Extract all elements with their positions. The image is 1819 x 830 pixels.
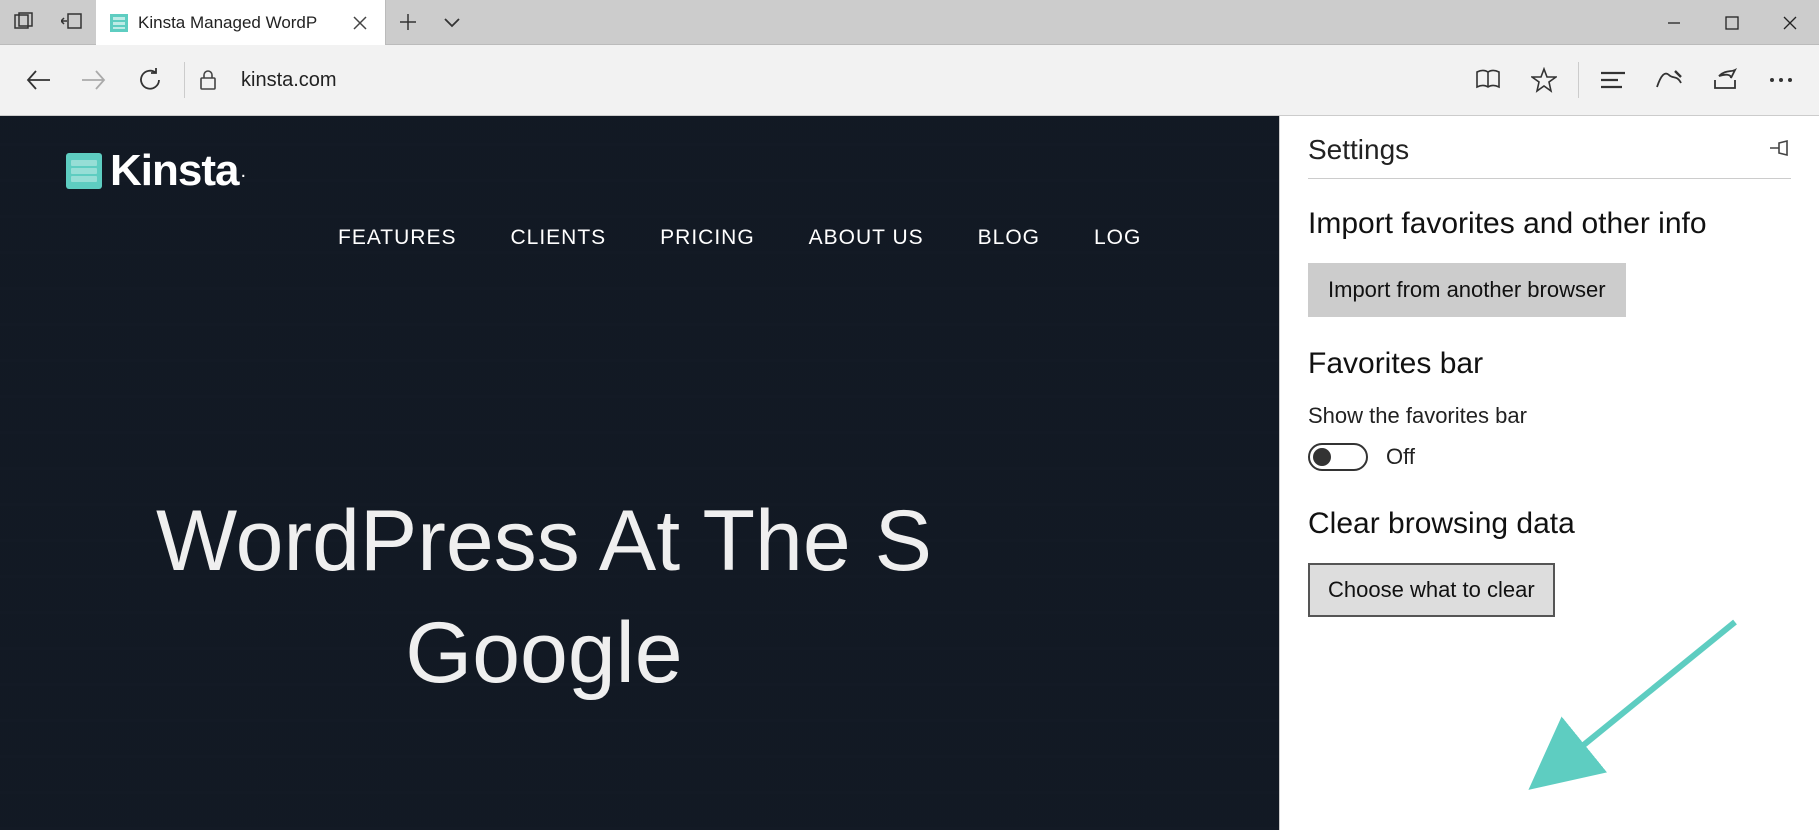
hub-icon[interactable]: [1585, 52, 1641, 108]
favorites-bar-heading: Favorites bar: [1308, 347, 1791, 381]
settings-title: Settings: [1308, 134, 1409, 166]
separator: [1578, 62, 1579, 98]
toolbar: kinsta.com: [0, 45, 1819, 116]
toolbar-right: [1460, 52, 1809, 108]
choose-what-to-clear-button[interactable]: Choose what to clear: [1308, 563, 1555, 617]
share-icon[interactable]: [1697, 52, 1753, 108]
clear-data-heading: Clear browsing data: [1308, 507, 1791, 541]
tab-area: Kinsta Managed WordP: [96, 0, 474, 44]
minimize-button[interactable]: [1645, 0, 1703, 45]
page-nav: FEATURES CLIENTS PRICING ABOUT US BLOG L…: [338, 226, 1141, 250]
hero-line2: Google: [156, 598, 932, 710]
nav-blog[interactable]: BLOG: [978, 226, 1040, 250]
favbar-toggle[interactable]: [1308, 443, 1368, 471]
more-icon[interactable]: [1753, 52, 1809, 108]
favorites-star-icon[interactable]: [1516, 52, 1572, 108]
kinsta-word: Kinsta: [110, 146, 238, 196]
favbar-toggle-state: Off: [1386, 444, 1415, 470]
titlebar-spacer: [474, 0, 1645, 44]
set-aside-icon[interactable]: [48, 0, 96, 45]
browser-tab[interactable]: Kinsta Managed WordP: [96, 0, 386, 45]
nav-features[interactable]: FEATURES: [338, 226, 456, 250]
newtab-controls: [386, 0, 474, 44]
settings-header: Settings: [1308, 134, 1791, 179]
close-tab-icon[interactable]: [345, 8, 375, 38]
address-bar[interactable]: kinsta.com: [241, 52, 1460, 108]
nav-clients[interactable]: CLIENTS: [510, 226, 606, 250]
pin-icon[interactable]: [1769, 139, 1791, 162]
import-browser-button[interactable]: Import from another browser: [1308, 263, 1626, 317]
maximize-button[interactable]: [1703, 0, 1761, 45]
favicon-icon: [110, 14, 128, 32]
kinsta-dot: .: [240, 160, 246, 183]
tabs-aside-icon[interactable]: [0, 0, 48, 45]
favbar-toggle-row: Off: [1308, 443, 1791, 471]
show-favbar-label: Show the favorites bar: [1308, 403, 1791, 429]
hero-line1: WordPress At The S: [156, 486, 932, 598]
close-button[interactable]: [1761, 0, 1819, 45]
kinsta-logo-icon: [66, 153, 102, 189]
settings-panel: Settings Import favorites and other info…: [1279, 116, 1819, 830]
tab-title: Kinsta Managed WordP: [138, 13, 337, 33]
titlebar: Kinsta Managed WordP: [0, 0, 1819, 45]
import-heading: Import favorites and other info: [1308, 207, 1791, 241]
hero-heading: WordPress At The S Google: [156, 486, 932, 710]
titlebar-left: [0, 0, 96, 44]
reading-view-icon[interactable]: [1460, 52, 1516, 108]
new-tab-icon[interactable]: [386, 0, 430, 45]
forward-button[interactable]: [66, 52, 122, 108]
kinsta-logo[interactable]: Kinsta .: [66, 146, 246, 196]
notes-icon[interactable]: [1641, 52, 1697, 108]
url-text: kinsta.com: [241, 69, 337, 92]
refresh-button[interactable]: [122, 52, 178, 108]
content-area: Kinsta . FEATURES CLIENTS PRICING ABOUT …: [0, 116, 1819, 830]
separator: [184, 62, 185, 98]
nav-login[interactable]: LOG: [1094, 226, 1141, 250]
back-button[interactable]: [10, 52, 66, 108]
nav-pricing[interactable]: PRICING: [660, 226, 755, 250]
lock-icon: [191, 69, 225, 91]
nav-about[interactable]: ABOUT US: [809, 226, 924, 250]
annotation-arrow-icon: [1555, 622, 1755, 787]
tab-dropdown-icon[interactable]: [430, 0, 474, 45]
window-controls: [1645, 0, 1819, 44]
